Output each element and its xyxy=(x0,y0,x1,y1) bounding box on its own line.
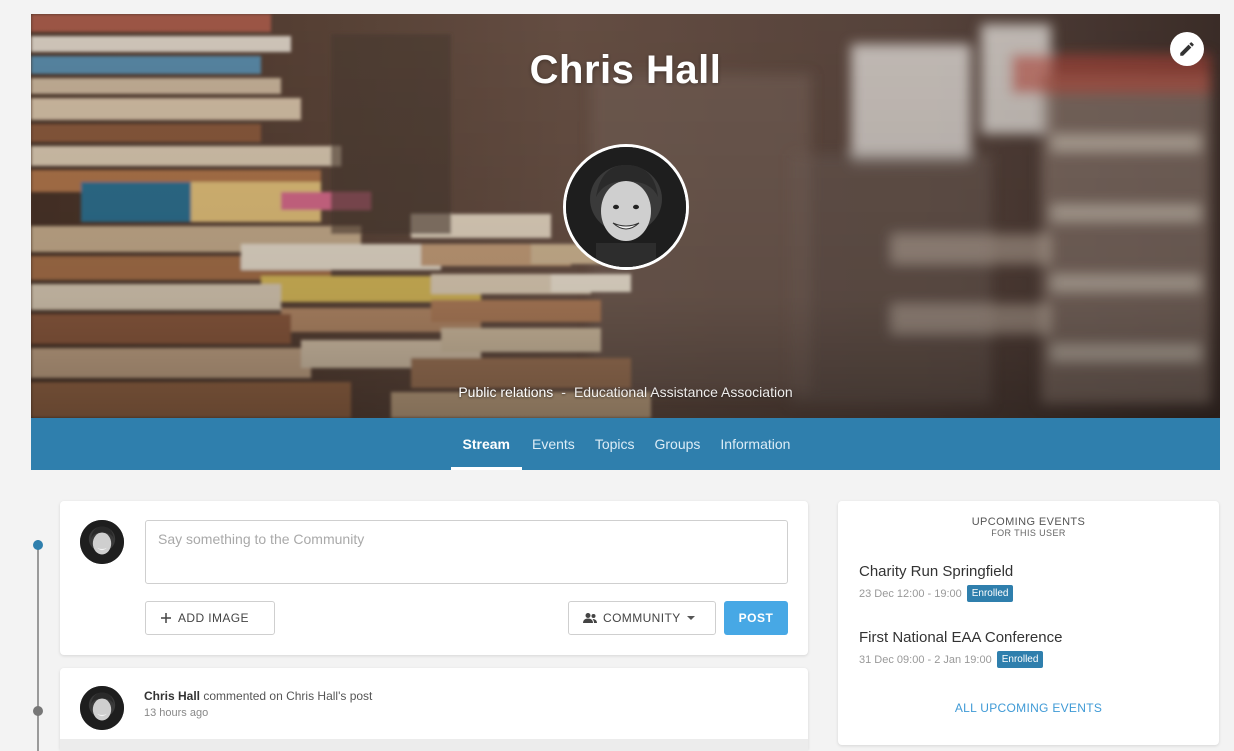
enrolled-badge: Enrolled xyxy=(966,585,1014,602)
event-meta: 31 Dec 09:00 - 2 Jan 19:00 Enrolled xyxy=(859,651,1062,668)
post-button[interactable]: POST xyxy=(724,601,788,635)
avatar-photo xyxy=(80,686,124,730)
composer-avatar xyxy=(80,520,124,564)
tab-topics[interactable]: Topics xyxy=(585,418,645,470)
caret-down-icon xyxy=(686,616,695,620)
profile-hero: Chris Hall Public relations - Educational … xyxy=(31,14,1220,418)
timeline-dot-active xyxy=(33,540,43,550)
pencil-icon xyxy=(1180,42,1194,56)
avatar-photo xyxy=(566,147,686,267)
activity-item: Chris Hall commented on Chris Hall's pos… xyxy=(60,668,808,751)
post-composer: ADD IMAGE COMMUNITY POST xyxy=(60,501,808,655)
post-input[interactable] xyxy=(145,520,788,584)
edit-profile-button[interactable] xyxy=(1170,32,1204,66)
enrolled-badge: Enrolled xyxy=(996,651,1044,668)
activity-action: commented on Chris Hall's post xyxy=(203,689,373,703)
tab-groups[interactable]: Groups xyxy=(645,418,711,470)
activity-timestamp: 13 hours ago xyxy=(144,707,209,719)
stream-timeline xyxy=(37,540,39,751)
visibility-dropdown[interactable]: COMMUNITY xyxy=(568,601,716,635)
all-upcoming-events-link[interactable]: ALL UPCOMING EVENTS xyxy=(838,701,1219,715)
upcoming-events-heading: UPCOMING EVENTS FOR THIS USER xyxy=(838,517,1219,539)
event-date: 31 Dec 09:00 - 2 Jan 19:00 xyxy=(859,653,992,666)
profile-role-line: Public relations - Educational Assistance … xyxy=(31,384,1220,400)
tab-stream[interactable]: Stream xyxy=(450,418,523,470)
add-image-button[interactable]: ADD IMAGE xyxy=(145,601,275,635)
upcoming-events-card: UPCOMING EVENTS FOR THIS USER Charity Ru… xyxy=(838,501,1219,745)
users-icon xyxy=(583,613,597,623)
upcoming-events-title: UPCOMING EVENTS xyxy=(971,516,1086,528)
activity-summary: Chris Hall commented on Chris Hall's pos… xyxy=(144,689,372,703)
profile-organization: Educational Assistance Association xyxy=(573,384,793,400)
tab-information[interactable]: Information xyxy=(710,418,800,470)
event-meta: 23 Dec 12:00 - 19:00 Enrolled xyxy=(859,585,1014,602)
event-date: 23 Dec 12:00 - 19:00 xyxy=(859,587,962,600)
timeline-dot xyxy=(33,706,43,716)
role-separator: - xyxy=(561,384,566,400)
activity-actor-link[interactable]: Chris Hall xyxy=(144,689,200,703)
profile-name: Chris Hall xyxy=(529,48,722,92)
upcoming-events-subtitle: FOR THIS USER xyxy=(991,528,1066,538)
visibility-label: COMMUNITY xyxy=(603,611,681,625)
event-item[interactable]: Charity Run Springfield 23 Dec 12:00 - 1… xyxy=(859,563,1014,602)
add-image-label: ADD IMAGE xyxy=(178,611,249,625)
tab-events[interactable]: Events xyxy=(522,418,585,470)
activity-avatar[interactable] xyxy=(80,686,124,730)
event-title[interactable]: Charity Run Springfield xyxy=(859,563,1013,580)
plus-icon xyxy=(161,613,171,623)
profile-nav: Stream Events Topics Groups Information xyxy=(31,418,1220,470)
event-item[interactable]: First National EAA Conference 31 Dec 09:… xyxy=(859,629,1062,668)
event-title[interactable]: First National EAA Conference xyxy=(859,629,1062,646)
activity-footer xyxy=(60,739,808,751)
profile-role: Public relations xyxy=(458,384,554,400)
avatar-photo xyxy=(80,520,124,564)
profile-avatar[interactable] xyxy=(563,144,689,270)
